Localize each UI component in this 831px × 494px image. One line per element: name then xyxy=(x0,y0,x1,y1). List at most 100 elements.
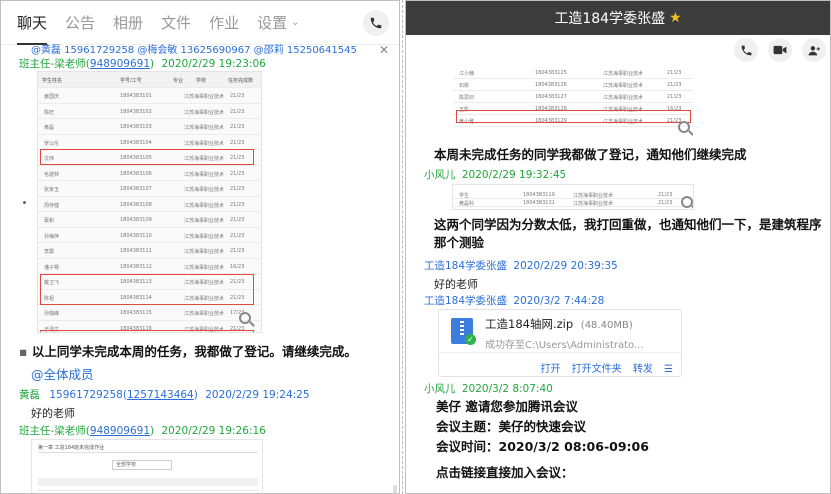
table-cell: 江苏海事职业技术 xyxy=(184,125,225,131)
zoom-in-icon[interactable] xyxy=(681,196,693,208)
phone-call-button[interactable] xyxy=(363,10,389,36)
screenshot-image-thumbnail[interactable]: 学生姓名 学号/工号 专业 学校 任务完成数 姜国庆 1804383101 江苏海事… xyxy=(37,71,262,333)
sender-name[interactable]: 小风儿 xyxy=(424,169,456,181)
file-actions: 打开 打开文件夹 转发 ☰ xyxy=(540,360,673,375)
table-cell: 1804383101 xyxy=(120,93,152,99)
zoom-in-icon[interactable] xyxy=(678,121,690,133)
table-cell: 周存健 xyxy=(44,202,60,209)
sender-name[interactable]: 班主任-梁老师( xyxy=(19,425,90,437)
table-header-row: 学生姓名 学号/工号 专业 学校 任务完成数 xyxy=(38,72,261,88)
sender-tail: ) xyxy=(150,58,155,70)
tab-files[interactable]: 文件 xyxy=(161,12,191,33)
table-cell: 黄磊科 xyxy=(459,201,475,207)
table-cell: 江苏海事职业技术 xyxy=(184,202,225,209)
sender-qq-link[interactable]: 948909691 xyxy=(90,425,150,437)
tab-chat[interactable]: 聊天 xyxy=(17,12,47,33)
table-cell: 21/23 xyxy=(230,201,245,208)
check-icon: ✓ xyxy=(465,334,476,345)
tab-album[interactable]: 相册 xyxy=(113,12,143,33)
sender-qq-link[interactable]: 1257143464 xyxy=(127,389,194,401)
table-cell: 江苏海事职业技术 xyxy=(603,83,644,89)
message-text: 这两个同学因为分数太低，我打回重做，也通知他们一下，是建筑程序那个测验 xyxy=(434,217,822,250)
table-cell: 1804383104 xyxy=(120,139,152,146)
message-sender-line: 黄磊 15961729258(1257143464) 2020/2/29 19:… xyxy=(19,387,310,402)
table-row: 孙梅萍 1804383110 江苏海事职业技术 21/23 xyxy=(38,228,261,243)
tab-homework[interactable]: 作业 xyxy=(209,12,239,33)
bullet-mark: ▪ xyxy=(19,344,28,359)
tab-settings[interactable]: 设置 xyxy=(257,12,287,33)
zoom-in-icon[interactable] xyxy=(239,312,251,324)
table-cell: 江苏海事职业技术 xyxy=(184,249,225,255)
open-file-button[interactable]: 打开 xyxy=(540,364,560,375)
sender-name[interactable]: 工造184学委张盛 xyxy=(424,260,507,272)
table-row: 黄磊科 1804383131 江苏海事职业技术 21/23 xyxy=(453,199,693,207)
table-cell: 李震 xyxy=(44,249,55,255)
sender-name[interactable]: 班主任-梁老师( xyxy=(19,58,90,70)
screenshot-image-thumbnail[interactable]: 江小楠 1804383125 江苏海事职业技术 21/23 石彬 1804383126 江苏… xyxy=(453,65,693,138)
table-cell: 21/23 xyxy=(230,124,245,130)
table-cell: 江苏海事职业技术 xyxy=(603,95,644,101)
sender-name[interactable]: 黄磊 xyxy=(19,389,40,401)
file-name: 工造184轴网.zip xyxy=(485,317,574,331)
meeting-line: 会议主题：美仔的快速会议 xyxy=(436,419,587,434)
table-row: 陈旺 1804383102 江苏海事职业技术 21/23 xyxy=(38,104,261,119)
table-cell: 21/23 xyxy=(230,217,245,223)
table-cell: 江苏海事职业技术 xyxy=(184,311,225,317)
message-time: 2020/2/29 20:39:35 xyxy=(513,260,618,272)
table-row: 石彬 1804383126 江苏海事职业技术 21/23 xyxy=(453,79,693,91)
message-time: 2020/2/29 19:26:16 xyxy=(161,425,266,437)
table-row: 黄磊 1804383103 江苏海事职业技术 21/23 xyxy=(38,119,261,135)
message-time: 2020/3/2 7:44:28 xyxy=(513,295,605,307)
screenshot-image-thumbnail[interactable]: 第一章 工造184班未完成作业 全部学校 xyxy=(31,439,263,493)
table-row: 孙璐嵘 1804383115 江苏海事职业技术 17/23 xyxy=(38,305,261,321)
meeting-line: 会议时间：2020/3/2 08:06-09:06 xyxy=(436,439,649,454)
table-cell: 陈旺 xyxy=(44,109,55,116)
meeting-link-line[interactable]: 点击链接直接加入会议： xyxy=(436,463,649,483)
message-time: 2020/2/29 19:32:45 xyxy=(461,169,567,181)
table-cell: 21/23 xyxy=(230,139,245,146)
scrollbar[interactable] xyxy=(393,485,397,493)
right-chat-window: 工造184学委张盛 ★ 江小楠 1804383125 江苏海事职业技术 21/23 石彬 1… xyxy=(405,0,831,494)
table-row: 李震 1804383111 江苏海事职业技术 21/23 xyxy=(38,243,261,259)
sender-name[interactable]: 工造184学委张盛 xyxy=(424,295,507,307)
table-cell: 21/23 xyxy=(667,70,682,76)
table-row: 潘子骞 1804383112 江苏海事职业技术 16/23 xyxy=(38,259,261,274)
message-time: 2020/3/2 8:07:40 xyxy=(461,383,553,395)
table-cell: 江苏海事职业技术 xyxy=(573,193,614,199)
message-sender-line: 小风儿 2020/3/2 8:07:40 xyxy=(424,381,553,396)
voice-call-button[interactable] xyxy=(734,38,758,62)
table-cell: 罗以伦 xyxy=(44,140,60,147)
message-text: 好的老师 xyxy=(434,278,478,291)
table-header-cell: 学校 xyxy=(196,78,207,84)
video-camera-icon xyxy=(773,45,787,55)
table-cell: 21/23 xyxy=(230,93,245,99)
file-name-line: 工造184轴网.zip (48.40MB) xyxy=(485,316,633,332)
screenshot-image-thumbnail[interactable]: 学生 1804383119 江苏海事职业技术 21/23 黄磊科 1804383131 江苏… xyxy=(452,184,694,210)
sender-name[interactable]: 小风儿 xyxy=(424,383,456,395)
table-row: 学生 1804383119 江苏海事职业技术 21/23 xyxy=(453,191,693,199)
video-call-button[interactable] xyxy=(768,38,792,62)
chat-title: 工造184学委张盛 xyxy=(554,11,666,27)
chat-title-bar: 工造184学委张盛 ★ xyxy=(406,1,830,35)
sender-qq-link[interactable]: 948909691 xyxy=(90,58,150,70)
chevron-down-icon[interactable]: ⌄ xyxy=(291,17,299,28)
menu-icon[interactable]: ☰ xyxy=(664,364,673,375)
mention-all[interactable]: @全体成员 xyxy=(31,364,94,383)
message-text: 本周未完成任务的同学我都做了登记，通知他们继续完成 xyxy=(434,147,747,162)
mentions-line: @黄磊 15961729258 @梅会敏 13625690967 @邵莉 152… xyxy=(31,45,357,56)
message-sender-line: 小风儿 2020/2/29 19:32:45 xyxy=(424,167,566,182)
forward-button[interactable]: 转发 xyxy=(633,364,653,375)
open-folder-button[interactable]: 打开文件夹 xyxy=(572,364,622,375)
message-sender-line: 班主任-梁老师(948909691) 2020/2/29 19:23:06 xyxy=(19,56,266,71)
table-cell: 21/23 xyxy=(667,94,682,100)
close-icon[interactable]: ✕ xyxy=(379,43,389,57)
file-card[interactable]: ✓ 工造184轴网.zip (48.40MB) 成功存至C:\Users\Adm… xyxy=(438,309,682,377)
table-cell: 1804383115 xyxy=(120,310,152,316)
table-cell: 21/23 xyxy=(230,170,245,177)
panel-separator xyxy=(402,0,403,494)
message-sender-line: 工造184学委张盛 2020/2/29 20:39:35 xyxy=(424,258,618,273)
table-cell: 21/23 xyxy=(658,200,673,206)
thumbnail-search-box: 全部学校 xyxy=(112,460,172,470)
tab-announcement[interactable]: 公告 xyxy=(65,12,95,33)
add-member-button[interactable] xyxy=(802,38,826,62)
